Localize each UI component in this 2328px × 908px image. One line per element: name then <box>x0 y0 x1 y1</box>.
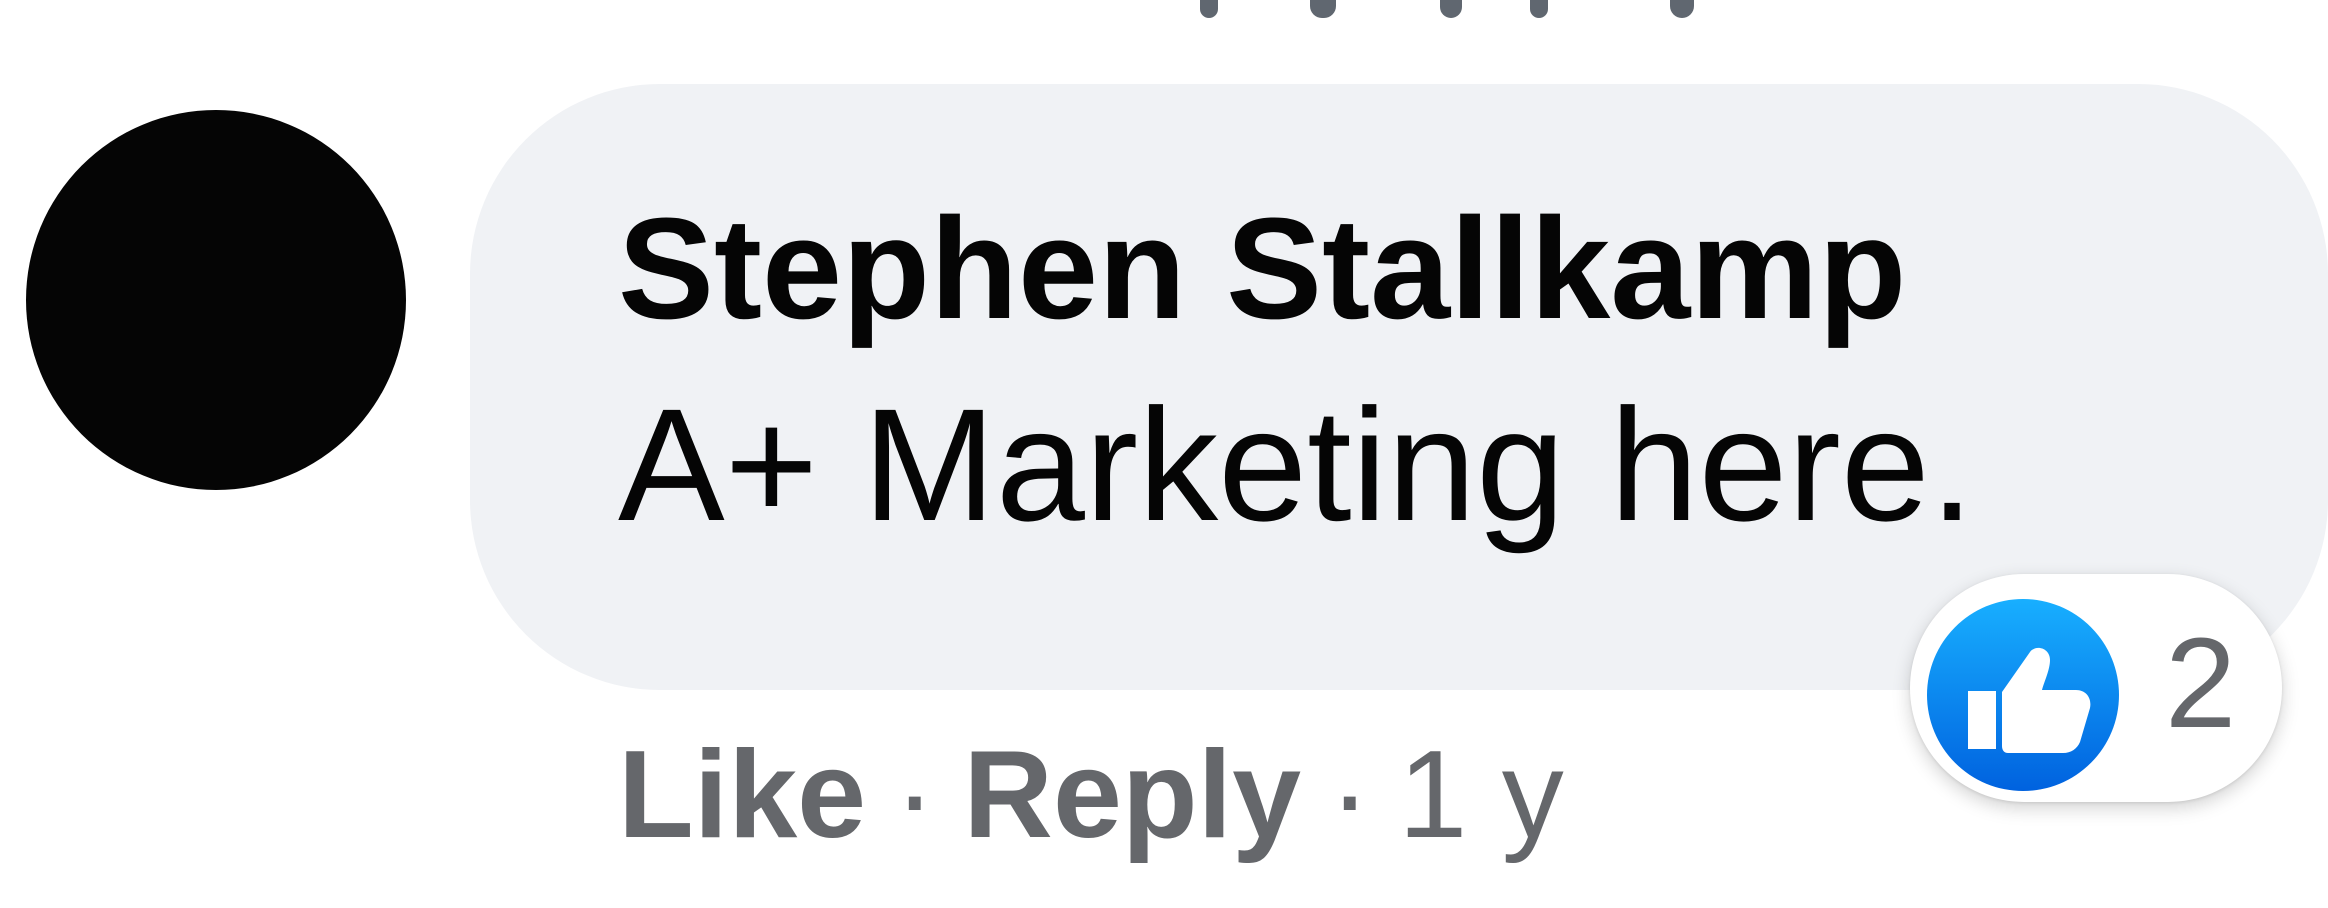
comment-thread: Stephen Stallkamp A+ Marketing here. 2 L… <box>0 0 2328 908</box>
reply-action[interactable]: Reply <box>963 733 1301 857</box>
timestamp-separator: · <box>1329 726 1371 864</box>
cropped-previous-content <box>1200 0 1760 18</box>
action-separator: · <box>894 726 936 864</box>
comment-author-name[interactable]: Stephen Stallkamp <box>618 197 1906 341</box>
like-action[interactable]: Like <box>618 733 866 857</box>
comment-timestamp[interactable]: 1 y <box>1398 733 1563 857</box>
reaction-summary[interactable]: 2 <box>1910 574 2282 802</box>
thumbs-up-icon <box>1927 599 2119 791</box>
reaction-count: 2 <box>2165 612 2237 755</box>
commenter-avatar[interactable] <box>26 110 406 490</box>
comment-actions: Like · Reply · 1 y <box>618 720 1564 870</box>
comment-text: A+ Marketing here. <box>618 375 1975 554</box>
